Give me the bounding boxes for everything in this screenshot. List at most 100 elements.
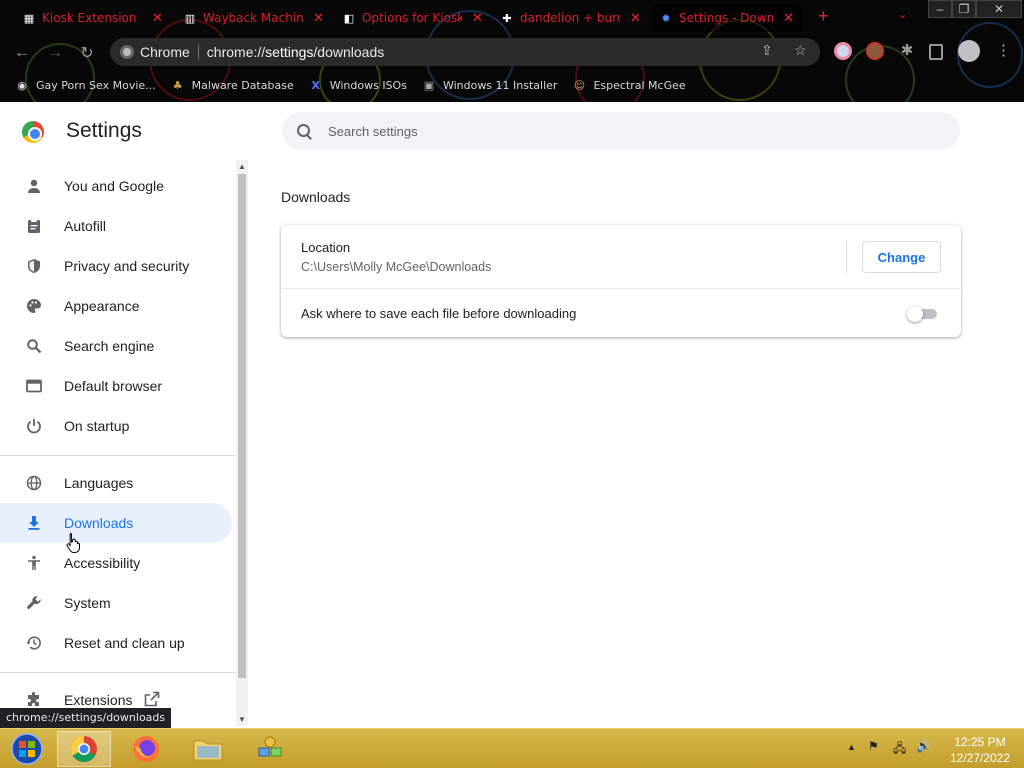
sidebar-item-on-startup[interactable]: On startup <box>0 406 232 446</box>
location-label: Location <box>301 240 351 255</box>
tab-wayback-machine[interactable]: ▥ Wayback Machine ✕ <box>175 4 332 32</box>
browser-window-icon <box>24 376 44 396</box>
scroll-down-icon[interactable]: ▼ <box>238 715 246 724</box>
start-orb-icon <box>11 733 43 765</box>
sidebar-item-system[interactable]: System <box>0 583 232 623</box>
scroll-up-icon[interactable]: ▲ <box>238 162 246 171</box>
sidebar-item-label: Extensions <box>64 692 133 708</box>
system-clock[interactable]: 12:25 PM 12/27/2022 <box>940 734 1020 766</box>
volume-icon[interactable]: 🔊 <box>916 739 931 753</box>
sidebar-item-downloads[interactable]: Downloads <box>0 503 232 543</box>
scrollbar-thumb[interactable] <box>238 174 246 678</box>
palette-icon <box>24 296 44 316</box>
bookmark-malware-icon: ♣ <box>172 78 183 92</box>
network-icon[interactable]: 🖧 <box>893 739 906 760</box>
bookmark-star-icon[interactable]: ☆ <box>794 42 807 59</box>
share-icon[interactable]: ⇪ <box>761 42 773 59</box>
action-center-flag-icon[interactable]: ⚑ <box>868 739 879 753</box>
search-icon <box>296 123 312 139</box>
puzzle-icon[interactable]: ✱ <box>898 42 916 60</box>
forward-button[interactable]: → <box>44 42 66 64</box>
bookmark-item[interactable]: ♣ Malware Database <box>170 77 294 93</box>
tray-overflow-icon[interactable]: ▲ <box>847 742 856 752</box>
chip-label: Chrome <box>140 44 190 60</box>
firefox-icon <box>133 736 159 762</box>
globe-icon <box>24 473 44 493</box>
sidebar-item-default-browser[interactable]: Default browser <box>0 366 232 406</box>
chrome-logo-icon <box>22 121 44 143</box>
bookmark-label: Gay Porn Sex Movie... <box>36 78 156 92</box>
clipboard-icon <box>24 216 44 236</box>
bookmark-item[interactable]: ☺ Espectral McGee <box>571 77 686 93</box>
tab-options-for-kiosk[interactable]: ◧ Options for Kiosk ✕ <box>334 4 491 32</box>
extension-profile-icon[interactable] <box>834 42 852 60</box>
tab-kiosk-extension[interactable]: ▦ Kiosk Extension ✕ <box>14 4 171 32</box>
clock-date: 12/27/2022 <box>949 751 1011 765</box>
toggle-knob <box>907 306 923 322</box>
reload-button[interactable]: ↻ <box>76 42 98 64</box>
profile-avatar-icon[interactable] <box>958 40 980 62</box>
tab-search-icon[interactable]: ⌄ <box>898 8 907 21</box>
sidebar-item-accessibility[interactable]: Accessibility <box>0 543 232 583</box>
minimize-button[interactable]: – <box>928 0 952 18</box>
ask-where-to-save-label: Ask where to save each file before downl… <box>301 306 577 321</box>
settings-page: Settings You and Google Autofill Privacy… <box>0 102 1024 728</box>
sidebar-item-search-engine[interactable]: Search engine <box>0 326 232 366</box>
sidebar-item-reset-and-clean-up[interactable]: Reset and clean up <box>0 623 232 663</box>
close-icon[interactable]: ✕ <box>472 11 483 26</box>
bookmark-item[interactable]: ▣ Windows 11 Installer <box>421 77 558 93</box>
start-button[interactable] <box>0 731 54 767</box>
tab-settings-downloads[interactable]: ✹ Settings - Downl ✕ <box>651 4 802 32</box>
tab-strip: ▦ Kiosk Extension ✕ ▥ Wayback Machine ✕ … <box>0 0 1024 34</box>
shield-icon <box>24 256 44 276</box>
folder-icon <box>193 740 223 761</box>
browser-frame: ▦ Kiosk Extension ✕ ▥ Wayback Machine ✕ … <box>0 0 1024 102</box>
settings-search[interactable] <box>282 112 960 150</box>
sidebar-item-label: Privacy and security <box>64 258 190 274</box>
search-input[interactable] <box>328 123 888 139</box>
sidebar-divider <box>0 672 236 673</box>
sidebar-item-appearance[interactable]: Appearance <box>0 286 232 326</box>
taskbar-firefox[interactable] <box>119 731 173 767</box>
sidebar-item-label: Autofill <box>64 218 107 234</box>
close-icon[interactable]: ✕ <box>630 11 641 26</box>
back-button[interactable]: ← <box>11 42 33 64</box>
close-icon[interactable]: ✕ <box>783 11 794 26</box>
address-bar[interactable]: Chrome chrome://settings/downloads <box>110 38 820 66</box>
extension-avatar-icon[interactable] <box>866 42 884 60</box>
tab-dandelion-burdock[interactable]: ✚ dandelion + burdo ✕ <box>492 4 649 32</box>
taskbar-network-app[interactable] <box>243 731 297 767</box>
restore-button[interactable]: ❐ <box>952 0 976 18</box>
sidebar-item-label: Downloads <box>64 515 134 531</box>
hand-cursor-icon <box>66 533 80 553</box>
taskbar: ▲ ⚑ 🖧 🔊 12:25 PM 12/27/2022 <box>0 728 1024 768</box>
site-info-chip[interactable]: Chrome <box>110 44 198 60</box>
more-menu-icon[interactable]: ⋮ <box>996 42 1014 60</box>
sidebar-item-privacy-and-security[interactable]: Privacy and security <box>0 246 232 286</box>
close-icon[interactable]: ✕ <box>152 11 163 26</box>
close-icon[interactable]: ✕ <box>313 11 324 26</box>
sidebar-scrollbar[interactable]: ▲ ▼ <box>236 160 248 726</box>
sidebar-item-languages[interactable]: Languages <box>0 463 232 503</box>
sidebar-item-you-and-google[interactable]: You and Google <box>0 166 232 206</box>
close-window-button[interactable]: ✕ <box>976 0 1022 18</box>
new-tab-button[interactable]: + <box>818 6 829 27</box>
side-panel-icon[interactable] <box>929 44 943 60</box>
archive-icon: ▥ <box>184 11 196 25</box>
search-icon <box>24 336 44 356</box>
tab-title: Kiosk Extension <box>42 11 137 25</box>
bookmark-item[interactable]: X Windows ISOs <box>308 77 406 93</box>
taskbar-chrome[interactable] <box>57 731 111 767</box>
taskbar-file-explorer[interactable] <box>181 731 235 767</box>
download-icon <box>24 513 44 533</box>
sidebar-item-label: Search engine <box>64 338 155 354</box>
sidebar-item-label: Reset and clean up <box>64 635 185 651</box>
sidebar-item-autofill[interactable]: Autofill <box>0 206 232 246</box>
tab-title: Settings - Downl <box>679 11 773 25</box>
accessibility-icon <box>24 553 44 573</box>
bookmark-item[interactable]: ◉ Gay Porn Sex Movie... <box>14 77 156 93</box>
ask-where-to-save-toggle[interactable] <box>907 306 939 322</box>
downloads-card: Location C:\Users\Molly McGee\Downloads … <box>281 225 961 337</box>
sidebar-divider <box>0 455 236 456</box>
change-location-button[interactable]: Change <box>862 241 941 273</box>
